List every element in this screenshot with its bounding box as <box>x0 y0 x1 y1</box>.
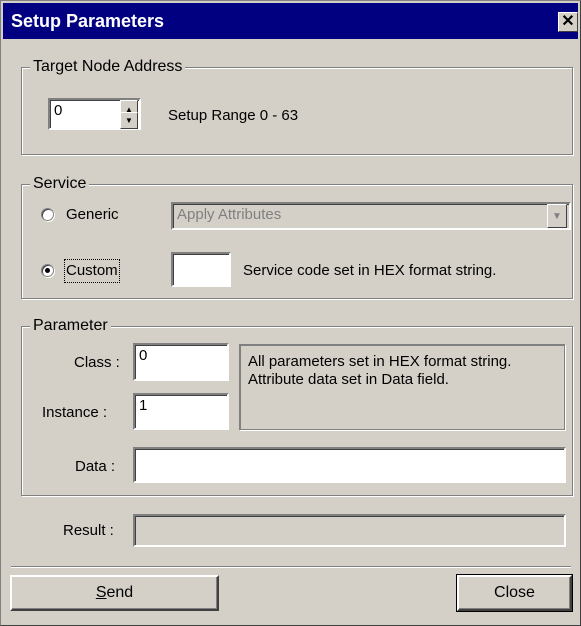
close-button[interactable]: Close <box>456 574 573 612</box>
parameter-note-box: All parameters set in HEX format string.… <box>239 344 565 430</box>
close-icon[interactable]: ✕ <box>558 12 578 32</box>
class-label: Class : <box>74 354 120 371</box>
result-field <box>133 514 566 547</box>
radio-dot-icon <box>45 268 50 273</box>
service-code-input[interactable] <box>171 252 231 287</box>
setup-range-text: Setup Range 0 - 63 <box>168 107 299 124</box>
node-address-value: 0 <box>54 102 63 119</box>
custom-radio[interactable] <box>41 264 54 277</box>
window-title: Setup Parameters <box>11 11 165 31</box>
instance-value: 1 <box>139 397 148 414</box>
custom-radio-label[interactable]: Custom <box>64 259 120 283</box>
generic-radio-label[interactable]: Generic <box>66 205 119 225</box>
footer-separator <box>11 566 571 568</box>
service-combo-value: Apply Attributes <box>177 206 282 223</box>
class-input[interactable]: 0 <box>133 343 229 381</box>
close-button-label: Close <box>494 584 535 601</box>
class-value: 0 <box>139 347 148 364</box>
generic-radio[interactable] <box>41 208 54 221</box>
send-label-rest: end <box>106 584 134 601</box>
parameter-note-line2: Attribute data set in Data field. <box>248 371 449 388</box>
parameter-note-line1: All parameters set in HEX format string. <box>248 353 512 370</box>
target-node-group-label: Target Node Address <box>30 57 186 77</box>
instance-input[interactable]: 1 <box>133 393 229 430</box>
service-code-hint: Service code set in HEX format string. <box>243 262 497 279</box>
title-bar: Setup Parameters ✕ <box>3 3 578 39</box>
service-combo[interactable]: Apply Attributes <box>171 202 571 230</box>
result-label: Result : <box>63 522 114 539</box>
service-group-label: Service <box>30 174 90 194</box>
setup-parameters-dialog: Setup Parameters ✕ Target Node Address 0… <box>0 0 581 626</box>
parameter-group-label: Parameter <box>30 316 111 336</box>
send-button[interactable]: Send <box>10 575 219 611</box>
chevron-down-icon[interactable]: ▼ <box>547 204 567 228</box>
data-input[interactable] <box>133 447 566 483</box>
send-mnemonic: S <box>95 584 107 601</box>
instance-label: Instance : <box>42 404 108 421</box>
spin-down-icon[interactable]: ▼ <box>120 112 138 129</box>
data-label: Data : <box>75 458 116 475</box>
